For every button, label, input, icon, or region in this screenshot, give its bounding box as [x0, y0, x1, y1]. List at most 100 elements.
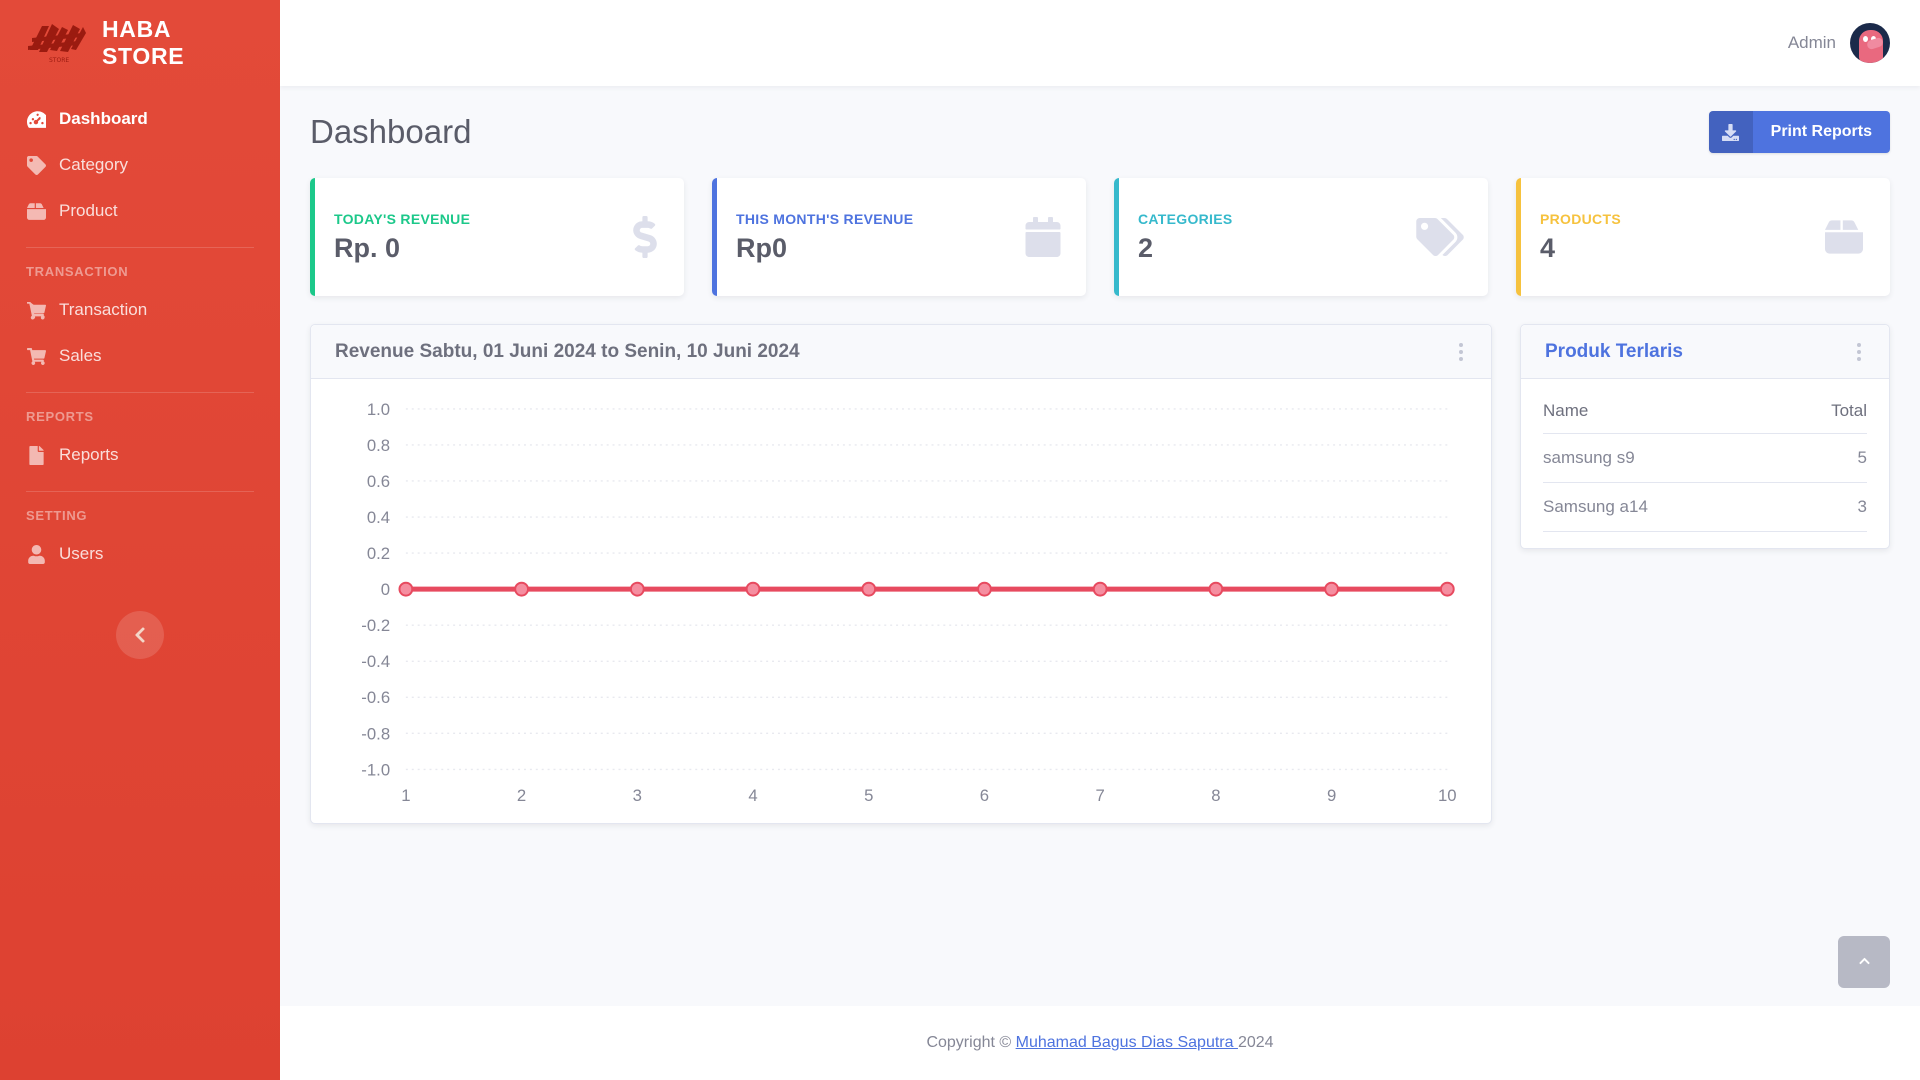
chevron-left-icon: [133, 626, 147, 644]
sidebar-divider: [26, 491, 254, 492]
svg-text:4: 4: [748, 786, 757, 805]
box-icon: [26, 201, 46, 221]
svg-text:STORE: STORE: [49, 57, 69, 64]
stat-card-this-months-revenue[interactable]: THIS MONTH'S REVENUE Rp0: [712, 178, 1086, 296]
svg-text:-0.6: -0.6: [361, 688, 390, 707]
stat-value: 4: [1540, 232, 1556, 263]
sidebar-item-transaction[interactable]: Transaction: [0, 287, 280, 333]
column-header-name: Name: [1543, 385, 1785, 434]
stat-label: TODAY'S REVENUE: [334, 210, 471, 227]
svg-text:1.0: 1.0: [367, 400, 390, 419]
print-reports-label: Print Reports: [1770, 123, 1872, 140]
svg-text:0.6: 0.6: [367, 472, 390, 491]
app-root: STORE HABA STORE Dashboard Category Prod…: [0, 0, 1920, 1080]
revenue-chart-card: Revenue Sabtu, 01 Juni 2024 to Senin, 10…: [310, 324, 1492, 824]
tachometer-icon: [26, 109, 46, 129]
svg-text:3: 3: [633, 786, 642, 805]
page-title: Dashboard: [310, 113, 472, 151]
sidebar-divider: [26, 392, 254, 393]
revenue-line-chart[interactable]: 1.0 0.8 0.6 0.4 0.2 0 -0.2 -0.4 -0.6 -0.8 -1.0 1 2 3…: [335, 397, 1467, 813]
print-reports-button[interactable]: Print Reports: [1708, 111, 1890, 153]
sidebar-item-product[interactable]: Product: [0, 188, 280, 234]
user-menu[interactable]: Admin: [1788, 23, 1890, 63]
footer-prefix: Copyright ©: [926, 1034, 1016, 1051]
brand-text: HABA STORE: [102, 16, 185, 69]
avatar: [1850, 23, 1890, 63]
top-products-card: Produk Terlaris Name Total samsung s9 5 …: [1520, 324, 1890, 549]
kebab-menu-icon[interactable]: [1853, 339, 1865, 365]
product-name: samsung s9: [1543, 433, 1785, 483]
stat-card-categories[interactable]: CATEGORIES 2: [1114, 178, 1488, 296]
svg-text:-0.4: -0.4: [361, 652, 390, 671]
stat-card-todays-revenue[interactable]: TODAY'S REVENUE Rp. 0: [310, 178, 684, 296]
table-row[interactable]: Samsung a14 3: [1543, 482, 1867, 532]
stat-value: 2: [1138, 232, 1154, 263]
sidebar-item-label: Reports: [59, 445, 119, 464]
svg-text:-1.0: -1.0: [361, 760, 390, 779]
product-total: 5: [1784, 433, 1867, 483]
svg-text:10: 10: [1438, 786, 1457, 805]
brand-link[interactable]: STORE HABA STORE: [0, 0, 280, 86]
user-icon: [26, 544, 46, 564]
sidebar-item-dashboard[interactable]: Dashboard: [0, 96, 280, 142]
product-total: 3: [1784, 482, 1867, 532]
shopping-cart-icon: [26, 346, 46, 366]
top-products-title: Produk Terlaris: [1545, 340, 1683, 362]
kebab-menu-icon[interactable]: [1455, 339, 1467, 365]
footer: Copyright © Muhamad Bagus Dias Saputra 2…: [280, 1006, 1920, 1080]
svg-text:6: 6: [980, 786, 989, 805]
svg-text:2: 2: [517, 786, 526, 805]
main-area: Admin Dashboard Print Reports TODAY'S RE…: [280, 0, 1920, 1080]
svg-text:0: 0: [381, 580, 390, 599]
table-header-row: Name Total: [1543, 385, 1867, 434]
sidebar-item-label: Dashboard: [59, 109, 148, 128]
sidebar-item-label: Transaction: [59, 300, 148, 319]
main-scroll-wrap: Dashboard Print Reports TODAY'S REVENUE: [280, 86, 1920, 1006]
sidebar-heading-reports: REPORTS: [26, 409, 94, 424]
top-products-body: Name Total samsung s9 5 Samsung a14 3: [1521, 379, 1889, 548]
stat-label: PRODUCTS: [1540, 210, 1621, 227]
sidebar: STORE HABA STORE Dashboard Category Prod…: [0, 0, 280, 1080]
svg-text:5: 5: [864, 786, 873, 805]
table-row[interactable]: samsung s9 5: [1543, 433, 1867, 483]
sidebar-nav: Dashboard Category Product TRANSACTION T…: [0, 86, 280, 659]
cards-row: Revenue Sabtu, 01 Juni 2024 to Senin, 10…: [310, 324, 1890, 824]
sidebar-heading-setting: SETTING: [26, 508, 88, 523]
sidebar-item-label: Users: [59, 544, 104, 563]
user-name: Admin: [1787, 33, 1836, 52]
file-icon: [26, 445, 46, 465]
column-header-total: Total: [1784, 385, 1867, 434]
sidebar-divider: [26, 247, 254, 248]
top-products-table: Name Total samsung s9 5 Samsung a14 3: [1543, 385, 1867, 532]
sidebar-item-sales[interactable]: Sales: [0, 333, 280, 379]
stat-label: CATEGORIES: [1138, 210, 1233, 227]
stats-row: TODAY'S REVENUE Rp. 0 THIS MONTH'S REVEN…: [310, 178, 1890, 296]
chart-body: 1.0 0.8 0.6 0.4 0.2 0 -0.2 -0.4 -0.6 -0.8 -1.0 1 2 3…: [311, 379, 1491, 823]
svg-text:1: 1: [401, 786, 410, 805]
haba-logo-icon: STORE: [26, 20, 88, 66]
sidebar-item-reports[interactable]: Reports: [0, 432, 280, 478]
dollar-sign-icon: [630, 216, 660, 258]
box-open-icon: [1822, 218, 1866, 256]
calendar-icon: [1024, 217, 1062, 257]
stat-label: THIS MONTH'S REVENUE: [736, 210, 914, 227]
cart-plus-icon: [26, 300, 46, 320]
sidebar-item-category[interactable]: Category: [0, 142, 280, 188]
svg-text:0.2: 0.2: [367, 544, 390, 563]
svg-text:8: 8: [1211, 786, 1220, 805]
chart-card-title: Revenue Sabtu, 01 Juni 2024 to Senin, 10…: [335, 340, 800, 362]
download-icon: [1708, 111, 1753, 153]
sidebar-collapse-wrap: [0, 611, 280, 659]
svg-text:9: 9: [1327, 786, 1336, 805]
footer-author-link[interactable]: Muhamad Bagus Dias Saputra: [1016, 1034, 1238, 1051]
sidebar-collapse-button[interactable]: [116, 611, 164, 659]
top-products-header: Produk Terlaris: [1521, 325, 1889, 379]
sidebar-item-users[interactable]: Users: [0, 531, 280, 577]
chevron-up-icon: [1856, 955, 1873, 970]
svg-text:0.8: 0.8: [367, 436, 390, 455]
footer-text: Copyright © Muhamad Bagus Dias Saputra 2…: [926, 1034, 1273, 1052]
stat-card-products[interactable]: PRODUCTS 4: [1516, 178, 1890, 296]
scroll-to-top-button[interactable]: [1838, 936, 1890, 988]
product-name: Samsung a14: [1543, 482, 1785, 532]
sidebar-heading-transaction: TRANSACTION: [26, 264, 129, 279]
